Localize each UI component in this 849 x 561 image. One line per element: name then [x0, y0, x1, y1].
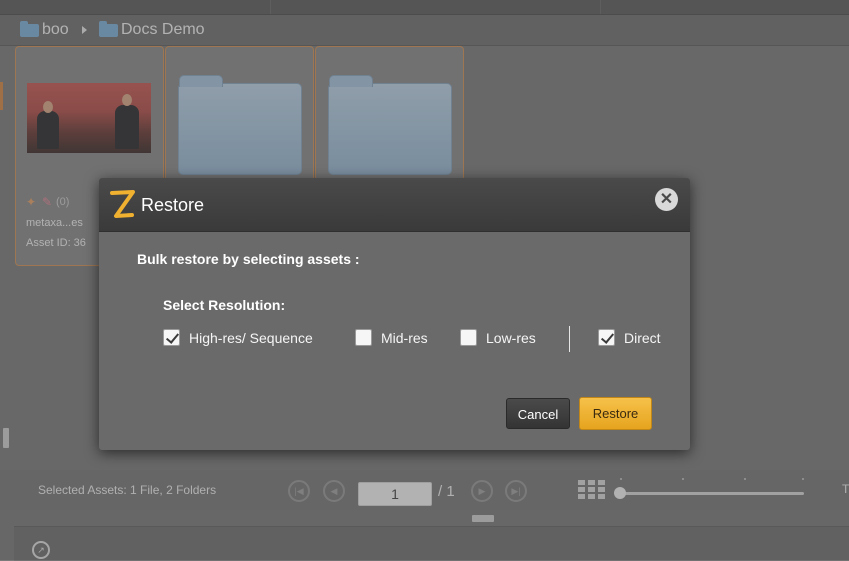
- dialog-header: Restore ✕: [99, 178, 690, 232]
- low-res-checkbox[interactable]: [460, 329, 477, 346]
- resolution-label: Select Resolution:: [163, 297, 286, 313]
- close-icon[interactable]: ✕: [655, 188, 678, 211]
- high-res-checkbox[interactable]: [163, 329, 180, 346]
- option-label: Low-res: [486, 330, 536, 346]
- option-label: Direct: [624, 330, 661, 346]
- option-divider: [569, 326, 570, 352]
- cancel-button[interactable]: Cancel: [506, 398, 570, 429]
- option-label: High-res/ Sequence: [189, 330, 313, 346]
- mid-res-checkbox[interactable]: [355, 329, 372, 346]
- dialog-heading: Bulk restore by selecting assets :: [137, 251, 360, 267]
- dialog-title: Restore: [141, 195, 205, 215]
- direct-checkbox[interactable]: [598, 329, 615, 346]
- option-label: Mid-res: [381, 330, 428, 346]
- restore-button[interactable]: Restore: [579, 397, 652, 430]
- z-logo-icon: [110, 190, 135, 218]
- restore-dialog: Restore ✕ Bulk restore by selecting asse…: [99, 178, 690, 450]
